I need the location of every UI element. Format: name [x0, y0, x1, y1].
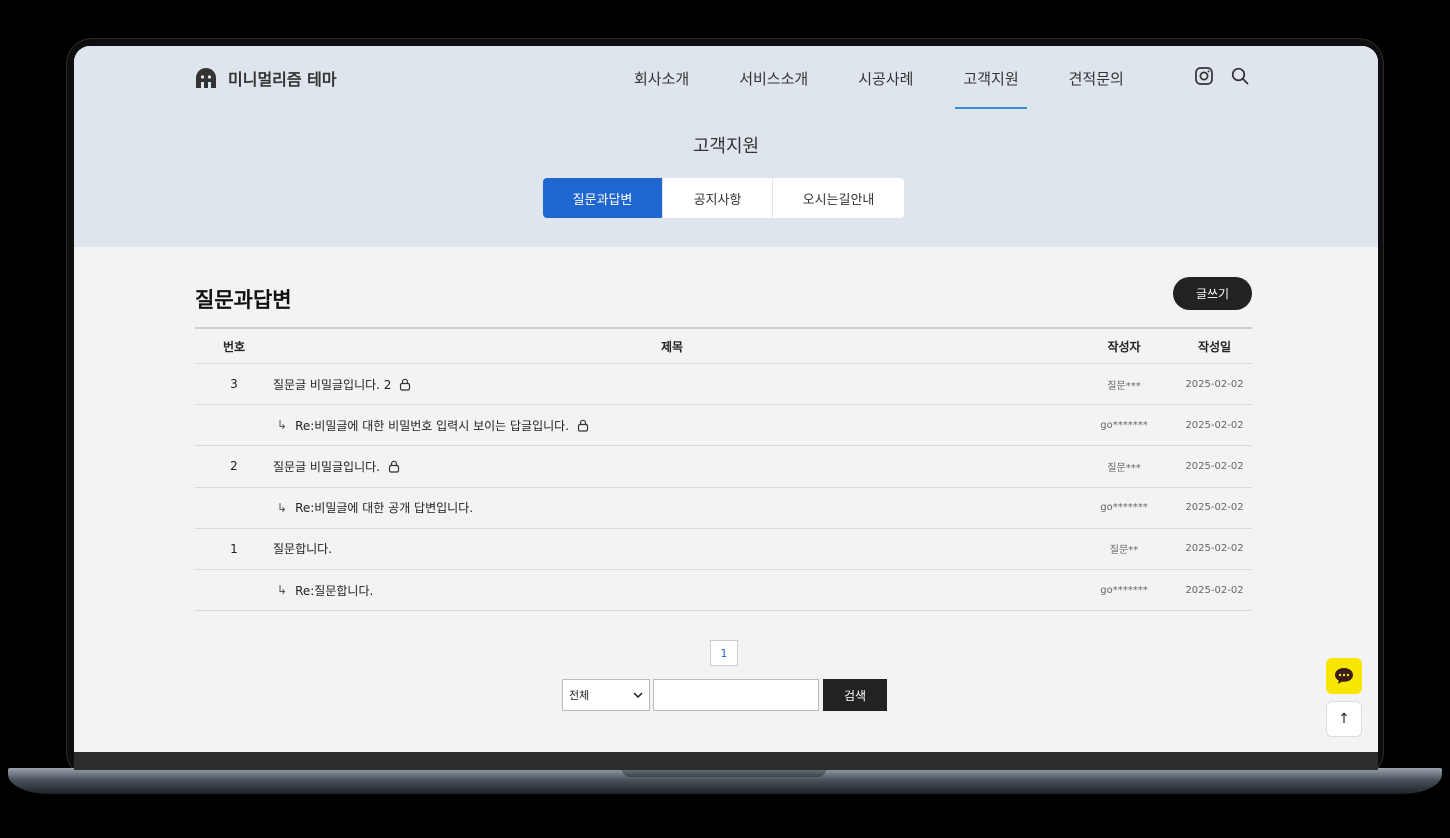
footer-band [74, 752, 1378, 770]
column-writer: 작성자 [1107, 339, 1141, 354]
row-writer: 질문** [1109, 545, 1139, 557]
row-title-cell[interactable]: 질문합니다. [273, 540, 1071, 557]
search-bar: 전체 검색 [562, 679, 887, 711]
nav-support[interactable]: 고객지원 [955, 68, 1027, 109]
row-date: 2025-02-02 [1185, 460, 1244, 472]
row-writer: go******* [1100, 584, 1148, 596]
row-title-cell[interactable]: ↳ Re:질문합니다. [273, 582, 1071, 599]
row-title[interactable]: 질문합니다. [273, 540, 332, 557]
nav-cases[interactable]: 시공사례 [858, 68, 913, 109]
table-row[interactable]: 2 질문글 비밀글입니다. 질문*** 2025-02-02 [195, 446, 1252, 488]
write-button[interactable]: 글쓰기 [1173, 277, 1252, 310]
row-date: 2025-02-02 [1185, 502, 1244, 514]
row-writer: 질문*** [1107, 462, 1141, 474]
reply-arrow-icon: ↳ [277, 418, 288, 433]
sub-tabs: 질문과답변 공지사항 오시는길안내 [543, 178, 904, 218]
table-row[interactable]: ↳ Re:비밀글에 대한 비밀번호 입력시 보이는 답글입니다. go*******… [195, 405, 1252, 447]
row-title-cell[interactable]: ↳ Re:비밀글에 대한 공개 답변입니다. [273, 499, 1071, 516]
search-button[interactable]: 검색 [823, 679, 887, 711]
search-scope-select[interactable]: 전체 [562, 679, 650, 711]
instagram-icon[interactable] [1194, 66, 1214, 86]
site-logo[interactable]: 미니멀리즘 테마 [194, 66, 337, 90]
row-number: 2 [230, 459, 238, 474]
row-title[interactable]: 질문글 비밀글입니다. [273, 458, 380, 475]
column-num: 번호 [222, 339, 246, 354]
table-row[interactable]: ↳ Re:비밀글에 대한 공개 답변입니다. go******* 2025-02-02 [195, 488, 1252, 529]
tab-directions[interactable]: 오시는길안내 [773, 178, 904, 218]
nav-company[interactable]: 회사소개 [634, 68, 689, 109]
main-nav: 회사소개 서비스소개 시공사례 고객지원 견적문의 [634, 68, 1124, 109]
kakao-chat-button[interactable] [1326, 658, 1362, 694]
tab-qna[interactable]: 질문과답변 [543, 178, 663, 218]
row-title-cell[interactable]: ↳ Re:비밀글에 대한 비밀번호 입력시 보이는 답글입니다. [273, 417, 1071, 434]
row-writer: 질문*** [1107, 380, 1141, 392]
row-title[interactable]: Re:비밀글에 대한 공개 답변입니다. [295, 499, 473, 516]
reply-arrow-icon: ↳ [277, 500, 288, 515]
column-date: 작성일 [1197, 339, 1232, 354]
lock-icon [399, 378, 411, 391]
chevron-down-icon [633, 692, 643, 698]
column-title: 제목 [660, 339, 684, 354]
search-input[interactable] [653, 679, 819, 711]
row-date: 2025-02-02 [1185, 419, 1244, 431]
row-writer: go******* [1100, 502, 1148, 514]
board-table: 번호 제목 작성자 작성일 3 질문글 비밀글입니다. 2 질문*** 2025-02… [195, 327, 1252, 612]
hero-section: 미니멀리즘 테마 회사소개 서비스소개 시공사례 고객지원 견적문의 고객지원 … [74, 46, 1378, 247]
row-date: 2025-02-02 [1185, 584, 1244, 596]
page-title: 고객지원 [692, 136, 760, 157]
row-number: 1 [230, 541, 238, 556]
row-date: 2025-02-02 [1185, 378, 1244, 390]
table-header: 번호 제목 작성자 작성일 [195, 327, 1252, 364]
nav-estimate[interactable]: 견적문의 [1069, 68, 1124, 109]
logo-text: 미니멀리즘 테마 [228, 70, 337, 89]
browser-screen: 미니멀리즘 테마 회사소개 서비스소개 시공사례 고객지원 견적문의 고객지원 … [74, 46, 1378, 770]
scroll-top-button[interactable]: ↑ [1326, 701, 1362, 737]
header-icons [1194, 66, 1250, 86]
row-title-cell[interactable]: 질문글 비밀글입니다. [273, 458, 1071, 475]
search-icon[interactable] [1230, 66, 1250, 86]
row-date: 2025-02-02 [1185, 543, 1244, 555]
row-title[interactable]: Re:비밀글에 대한 비밀번호 입력시 보이는 답글입니다. [295, 417, 569, 434]
lock-icon [577, 419, 589, 432]
row-title[interactable]: 질문글 비밀글입니다. 2 [273, 376, 391, 393]
row-number: 3 [230, 377, 238, 392]
table-row[interactable]: 3 질문글 비밀글입니다. 2 질문*** 2025-02-02 [195, 364, 1252, 406]
nav-services[interactable]: 서비스소개 [739, 68, 808, 109]
lock-icon [388, 460, 400, 473]
row-writer: go******* [1100, 419, 1148, 431]
reply-arrow-icon: ↳ [277, 583, 288, 598]
board-title: 질문과답변 [195, 288, 292, 312]
logo-icon [196, 68, 216, 88]
chat-bubble-icon [1335, 668, 1353, 684]
search-scope-value: 전체 [569, 689, 590, 702]
page-1-button[interactable]: 1 [710, 640, 738, 666]
row-title-cell[interactable]: 질문글 비밀글입니다. 2 [273, 376, 1071, 393]
tab-notice[interactable]: 공지사항 [663, 178, 773, 218]
table-row[interactable]: 1 질문합니다. 질문** 2025-02-02 [195, 529, 1252, 570]
table-row[interactable]: ↳ Re:질문합니다. go******* 2025-02-02 [195, 570, 1252, 612]
row-title[interactable]: Re:질문합니다. [295, 582, 373, 599]
